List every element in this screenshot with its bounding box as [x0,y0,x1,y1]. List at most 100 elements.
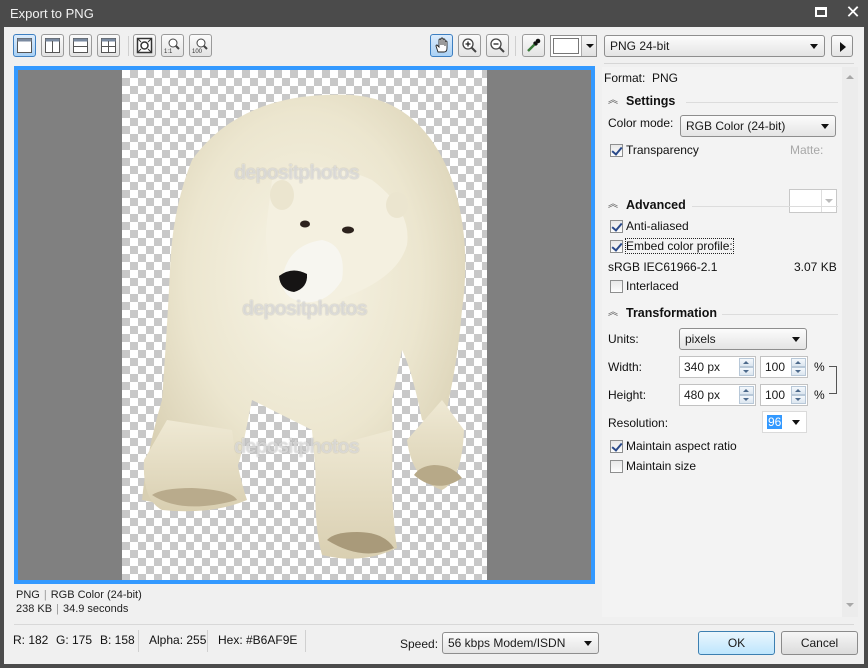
width-percent-value: 100 [765,360,786,374]
resolution-label: Resolution: [608,416,669,430]
interlaced-label: Interlaced [626,279,679,293]
pan-tool-button[interactable] [430,34,453,57]
zoom-1-1-button[interactable]: 1:1 [161,34,184,57]
spin-down-icon [791,367,806,376]
zoom-100-button[interactable]: 100 [189,34,212,57]
chevron-down-icon [584,641,592,646]
export-dialog: Export to PNG ✕ 1:1 100 PNG 24-bit depos… [0,0,868,668]
zoom-out-icon [490,38,505,53]
bottom-divider [14,624,854,625]
height-percent-input[interactable]: 100 [760,384,808,406]
svg-text:100: 100 [192,49,203,54]
collapse-settings-icon[interactable]: ︽ [608,96,618,106]
interlaced-checkbox[interactable] [610,280,623,293]
maximize-button[interactable] [810,3,832,23]
status-separator [207,630,208,652]
collapse-transformation-icon[interactable]: ︽ [608,308,618,318]
anti-aliased-checkbox[interactable] [610,220,623,233]
height-spinner[interactable] [739,386,754,404]
width-percent-spinner[interactable] [791,358,806,376]
chevron-down-icon[interactable] [792,420,800,425]
zoom-1to1-icon: 1:1 [164,38,180,54]
format-value: PNG [652,71,679,85]
percent-symbol: % [814,388,825,402]
settings-scrollbar[interactable] [842,67,858,617]
green-value: G: 175 [56,633,93,647]
spin-up-icon [791,386,806,395]
transparency-checkbox[interactable] [610,144,623,157]
width-input[interactable]: 340 px [679,356,756,378]
width-percent-input[interactable]: 100 [760,356,808,378]
polar-bear-image [142,94,466,559]
zoom-to-fit-button[interactable] [133,34,156,57]
speed-select[interactable]: 56 kbps Modem/ISDN [442,632,599,654]
advanced-heading[interactable]: Advanced [626,198,686,212]
preview-size-line: 238 KB | 34.9 seconds [16,603,129,615]
format-preset-select[interactable]: PNG 24-bit [604,35,825,57]
settings-heading[interactable]: Settings [626,94,675,108]
maximize-icon [815,7,827,17]
chevron-down-icon [821,190,836,212]
color-mode-label: Color mode: [608,116,674,130]
title-bar: Export to PNG ✕ [0,0,868,27]
units-select[interactable]: pixels [679,328,807,350]
split-horizontal-view-button[interactable] [69,34,92,57]
split-horizontal-icon [73,38,88,53]
preset-menu-button[interactable] [831,35,853,57]
color-mode-select[interactable]: RGB Color (24-bit) [680,115,836,137]
scroll-down-icon[interactable] [846,603,854,607]
watermark: depositphotos [234,436,360,458]
units-value: pixels [685,332,716,346]
embed-color-profile-checkbox[interactable] [610,240,623,253]
preview-format: PNG [16,589,40,601]
background-color-picker[interactable] [550,35,597,57]
hex-value: Hex: #B6AF9E [218,633,298,647]
resolution-input[interactable]: 96 [762,411,807,433]
transformation-heading[interactable]: Transformation [626,306,717,320]
preview-download-time: 34.9 seconds [62,603,129,615]
matte-color-picker [789,189,837,213]
watermark: depositphotos [242,298,368,320]
zoom-in-icon [462,38,477,53]
width-label: Width: [608,360,643,374]
eyedropper-tool-button[interactable] [522,34,545,57]
anti-aliased-label: Anti-aliased [626,219,689,233]
split-vertical-icon [45,38,60,53]
chevron-down-icon [586,44,594,48]
cancel-button[interactable]: Cancel [781,631,858,655]
status-separator [138,630,139,652]
close-button[interactable]: ✕ [842,3,864,23]
color-profile-size: 3.07 KB [794,260,837,274]
quad-view-button[interactable] [97,34,120,57]
embed-color-profile-label: Embed color profile: [625,238,734,254]
zoom-out-tool-button[interactable] [486,34,509,57]
toolbar-divider [604,63,854,64]
watermark: depositphotos [234,162,360,184]
red-value: R: 182 [13,633,49,647]
collapse-advanced-icon[interactable]: ︽ [608,200,618,210]
section-divider [722,314,838,315]
hand-icon [435,37,448,53]
speed-label: Speed: [400,637,439,651]
maintain-size-checkbox[interactable] [610,460,623,473]
spin-down-icon [739,367,754,376]
single-view-button[interactable] [13,34,36,57]
ok-button[interactable]: OK [698,631,775,655]
section-divider [692,206,838,207]
close-icon: ✕ [845,2,861,22]
blue-value: B: 158 [100,633,135,647]
height-percent-spinner[interactable] [791,386,806,404]
alpha-value: Alpha: 255 [149,633,207,647]
spin-up-icon [791,358,806,367]
color-dropdown-button[interactable] [581,36,596,56]
maintain-aspect-ratio-checkbox[interactable] [610,440,623,453]
zoom-in-tool-button[interactable] [458,34,481,57]
aspect-link-icon [829,366,837,394]
height-input[interactable]: 480 px [679,384,756,406]
scroll-up-icon[interactable] [846,75,854,79]
split-vertical-view-button[interactable] [41,34,64,57]
width-spinner[interactable] [739,358,754,376]
spin-up-icon [739,358,754,367]
svg-text:1:1: 1:1 [164,49,173,54]
image-preview[interactable]: depositphotos depositphotos depositphoto… [14,66,595,584]
